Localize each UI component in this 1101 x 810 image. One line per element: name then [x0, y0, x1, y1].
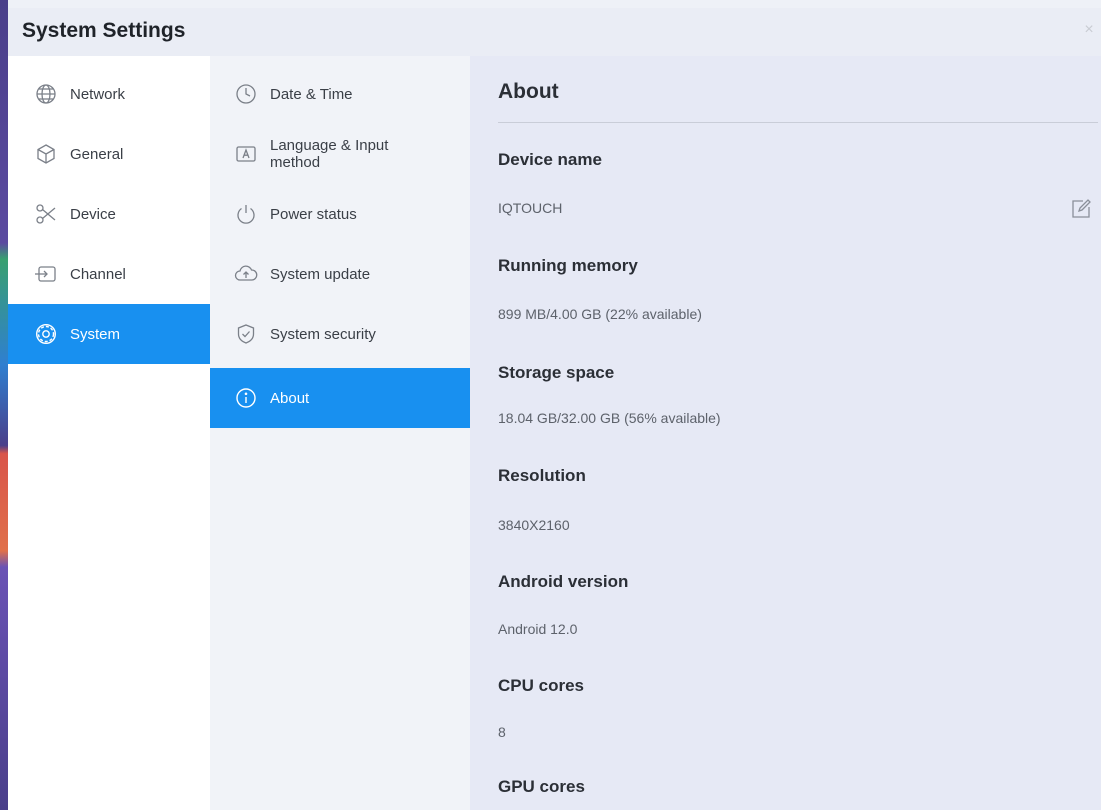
clock-icon: [232, 80, 260, 108]
nav-item-label: Channel: [70, 265, 126, 283]
page-title: About: [498, 80, 559, 103]
submenu-item-label: Language & Input method: [270, 137, 389, 171]
power-icon: [232, 200, 260, 228]
settings-window: System Settings × Network General Device…: [8, 8, 1101, 810]
nav-item-label: System: [70, 325, 121, 343]
nav-item-system[interactable]: System: [8, 304, 210, 364]
globe-icon: [32, 80, 60, 108]
gear-icon: [32, 320, 60, 348]
cube-icon: [32, 140, 60, 168]
device-name-value: IQTOUCH: [498, 200, 563, 216]
category-sidebar: Network General Device Channel System: [8, 56, 210, 810]
gpu-cores-label: GPU cores: [498, 777, 585, 796]
system-submenu: Date & Time Language & Input method Powe…: [210, 56, 470, 810]
info-icon: [232, 384, 260, 412]
nav-item-label: General: [70, 145, 124, 163]
nav-item-general[interactable]: General: [8, 124, 210, 184]
nav-item-device[interactable]: Device: [8, 184, 210, 244]
desktop-edge: [0, 0, 8, 810]
submenu-item-power-status[interactable]: Power status: [210, 184, 470, 244]
cloud-upload-icon: [232, 260, 260, 288]
edit-icon[interactable]: [1070, 198, 1092, 220]
window-title: System Settings: [22, 19, 186, 42]
submenu-item-label: Date & Time: [270, 85, 353, 103]
submenu-item-system-security[interactable]: System security: [210, 304, 470, 364]
submenu-item-system-update[interactable]: System update: [210, 244, 470, 304]
resolution-label: Resolution: [498, 466, 586, 485]
title-divider: [498, 122, 1098, 123]
submenu-item-label: System update: [270, 265, 371, 283]
resolution-value: 3840X2160: [498, 517, 570, 533]
android-version-value: Android 12.0: [498, 621, 578, 637]
running-memory-label: Running memory: [498, 256, 638, 275]
about-panel: About Device name IQTOUCH Running memory…: [470, 56, 1101, 810]
submenu-item-date-time[interactable]: Date & Time: [210, 64, 470, 124]
cpu-cores-value: 8: [498, 724, 506, 740]
storage-space-label: Storage space: [498, 363, 615, 382]
nav-item-label: Device: [70, 205, 116, 223]
submenu-item-label: System security: [270, 325, 376, 343]
submenu-item-label: Power status: [270, 205, 357, 223]
device-name-label: Device name: [498, 150, 602, 169]
submenu-item-label: About: [270, 389, 310, 407]
keyboard-a-icon: [232, 140, 260, 168]
shield-check-icon: [232, 320, 260, 348]
nav-item-channel[interactable]: Channel: [8, 244, 210, 304]
nav-item-label: Network: [70, 85, 126, 103]
title-bar: System Settings ×: [8, 8, 1101, 56]
cpu-cores-label: CPU cores: [498, 676, 584, 695]
nav-item-network[interactable]: Network: [8, 64, 210, 124]
submenu-item-language-input[interactable]: Language & Input method: [210, 124, 470, 184]
input-icon: [32, 260, 60, 288]
close-button[interactable]: ×: [1081, 22, 1097, 38]
submenu-item-about[interactable]: About: [210, 368, 470, 428]
running-memory-value: 899 MB/4.00 GB (22% available): [498, 306, 702, 322]
scissors-icon: [32, 200, 60, 228]
android-version-label: Android version: [498, 572, 629, 591]
storage-space-value: 18.04 GB/32.00 GB (56% available): [498, 410, 721, 426]
